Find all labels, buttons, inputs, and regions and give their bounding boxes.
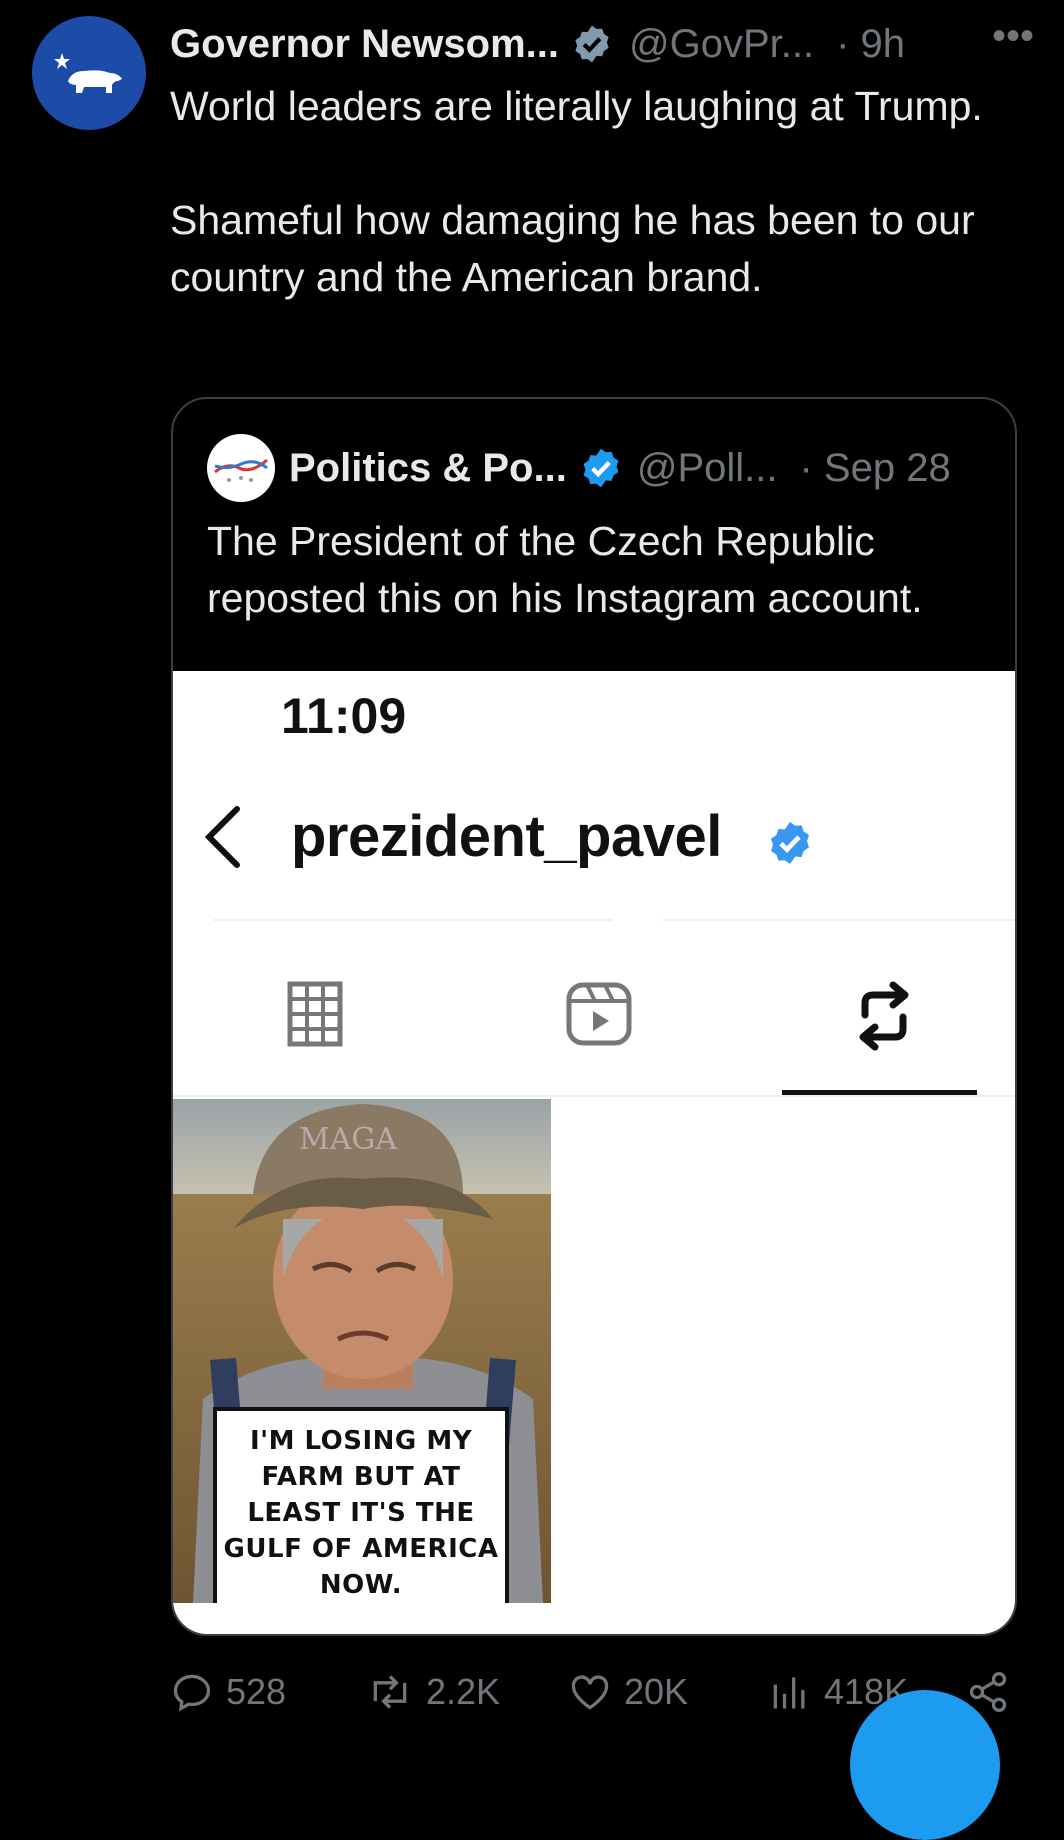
reels-icon [566,982,632,1046]
repost-count: 2.2K [426,1671,501,1712]
views-chart-icon [773,1677,805,1709]
author-avatar[interactable] [32,16,146,130]
tab-divider [173,1095,1015,1097]
tweet-text-paragraph-2: Shameful how damaging he has been to our… [170,197,975,300]
meme-caption: I'M LOSING MY FARM BUT AT LEAST IT'S THE… [213,1407,509,1603]
chart-logo-icon [214,458,268,482]
author-handle[interactable]: @GovPr... [629,22,814,67]
more-options-icon[interactable]: ••• [992,14,1034,59]
author-name[interactable]: Governor Newsom... [170,22,559,67]
tweet-text: World leaders are literally laughing at … [170,78,1020,306]
reply-button[interactable]: 528 [170,1670,286,1714]
instagram-verified-badge-icon [771,822,809,864]
profile-button-edge [213,919,613,921]
quoted-tweet-card[interactable]: Politics & Po... @Poll... · Sep 28 The P… [171,397,1017,1636]
instagram-username: prezident_pavel [291,804,722,869]
quoted-author-name[interactable]: Politics & Po... [289,446,567,491]
quoted-tweet-time[interactable]: · Sep 28 [800,446,951,491]
instagram-screenshot[interactable]: 11:09 prezident_pavel MAGA I'M LOSING MY… [173,671,1015,1634]
grid-icon [287,981,343,1047]
quoted-tweet-text: The President of the Czech Republic repo… [207,518,923,621]
reposted-meme-thumbnail[interactable]: MAGA I'M LOSING MY FARM BUT AT LEAST IT'… [173,1099,551,1603]
heart-icon [571,1675,609,1710]
profile-button-edge [663,919,1015,921]
like-button[interactable]: 20K [568,1670,688,1714]
repost-icon [373,1675,407,1709]
tweet-time[interactable]: · 9h [836,22,905,67]
verified-gov-badge-icon [575,25,609,63]
cap-text: MAGA [299,1122,397,1157]
reply-count: 528 [226,1671,287,1712]
like-count: 20K [624,1671,689,1712]
tweet-text-paragraph-1: World leaders are literally laughing at … [170,83,983,129]
quoted-tweet-header: Politics & Po... @Poll... · Sep 28 [207,433,985,503]
repost-button[interactable]: 2.2K [366,1670,500,1714]
reply-icon [173,1674,211,1712]
verified-badge-icon [583,448,619,488]
tweet-header: Governor Newsom... @GovPr... · 9h ••• [170,14,1034,74]
status-bar-clock: 11:09 [281,688,407,744]
compose-fab-button[interactable] [850,1690,1000,1840]
reposts-icon [859,981,909,1051]
back-chevron-icon [204,806,240,868]
quoted-author-handle[interactable]: @Poll... [637,446,778,491]
quoted-author-avatar[interactable] [207,434,275,502]
bear-icon [54,53,122,93]
share-button[interactable] [966,1670,1022,1714]
